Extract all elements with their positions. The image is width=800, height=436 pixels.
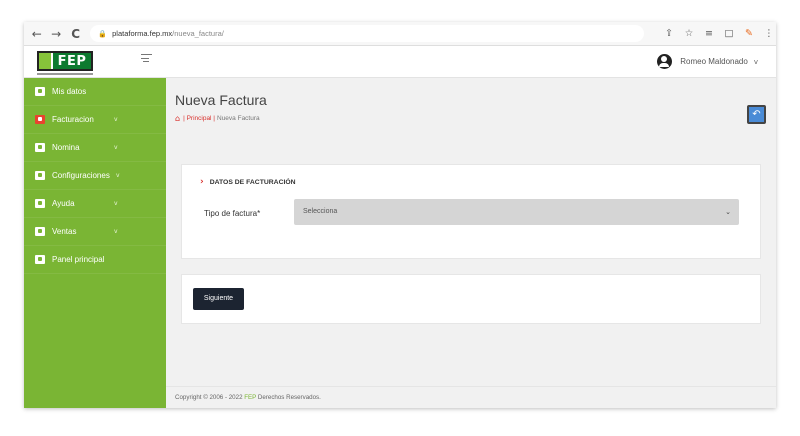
lock-icon: 🔒 bbox=[98, 29, 108, 38]
address-bar[interactable]: 🔒 plataforma.fep.mx /nueva_factura/ bbox=[90, 25, 644, 42]
chevron-right-icon: › bbox=[200, 177, 204, 187]
actions-card: Siguiente bbox=[181, 274, 761, 324]
sidebar-item-label: Ventas bbox=[52, 227, 77, 236]
chevron-down-icon: v bbox=[114, 200, 118, 207]
back-arrow-icon: ↶ bbox=[752, 109, 761, 120]
dashboard-icon bbox=[35, 255, 45, 264]
back-button[interactable]: ↶ bbox=[747, 105, 766, 124]
next-button[interactable]: Siguiente bbox=[193, 288, 244, 310]
fep-logo[interactable]: FEP bbox=[37, 51, 93, 71]
sidebar: Mis datos Facturacion v Nomina v Configu… bbox=[24, 78, 166, 408]
logo-mark bbox=[39, 53, 53, 69]
chevron-down-icon: ⌄ bbox=[725, 208, 731, 216]
page-title: Nueva Factura bbox=[175, 92, 267, 108]
top-bar: Romeo Maldonado v bbox=[166, 46, 776, 78]
chevron-down-icon: v bbox=[753, 57, 758, 66]
window-icon[interactable]: □ bbox=[722, 28, 736, 39]
browser-actions: ⇪ ☆ ≡ □ ✎ ⋮ bbox=[656, 28, 776, 39]
main-content: Nueva Factura ⌂ | Principal | Nueva Fact… bbox=[166, 78, 776, 408]
back-arrow-icon[interactable]: ← bbox=[30, 27, 43, 41]
sidebar-item-facturacion[interactable]: Facturacion v bbox=[24, 106, 166, 134]
sidebar-item-label: Configuraciones bbox=[52, 171, 110, 180]
chevron-down-icon: v bbox=[114, 144, 118, 151]
app-window: ← → C 🔒 plataforma.fep.mx /nueva_factura… bbox=[24, 22, 776, 408]
chevron-down-icon: v bbox=[114, 116, 118, 123]
menu-toggle-icon[interactable] bbox=[141, 54, 152, 62]
sidebar-item-nomina[interactable]: Nomina v bbox=[24, 134, 166, 162]
logo-text: FEP bbox=[57, 53, 87, 69]
browser-menu-icon[interactable]: ⋮ bbox=[762, 28, 776, 39]
reload-icon[interactable]: C bbox=[69, 27, 82, 41]
select-value: Selecciona bbox=[303, 208, 338, 215]
section-title: DATOS DE FACTURACIÓN bbox=[209, 178, 296, 186]
sidebar-item-label: Ayuda bbox=[52, 199, 75, 208]
share-icon[interactable]: ⇪ bbox=[662, 28, 676, 39]
breadcrumb-principal-link[interactable]: | Principal | bbox=[183, 115, 215, 122]
sidebar-item-label: Panel principal bbox=[52, 255, 105, 264]
extension-icon[interactable]: ✎ bbox=[742, 28, 756, 39]
sidebar-item-label: Mis datos bbox=[52, 87, 87, 96]
footer-copyright: Copyright © 2006 - 2022 bbox=[175, 394, 243, 401]
user-name: Romeo Maldonado bbox=[680, 57, 748, 66]
help-icon bbox=[35, 199, 45, 208]
invoice-type-select[interactable]: Selecciona ⌄ bbox=[294, 199, 739, 225]
sidebar-item-panel-principal[interactable]: Panel principal bbox=[24, 246, 166, 274]
sidebar-item-ventas[interactable]: Ventas v bbox=[24, 218, 166, 246]
footer-rights: Derechos Reservados. bbox=[257, 394, 321, 401]
url-path: /nueva_factura/ bbox=[172, 29, 224, 38]
payroll-icon bbox=[35, 143, 45, 152]
forward-arrow-icon[interactable]: → bbox=[49, 27, 62, 41]
settings-icon bbox=[35, 171, 45, 180]
user-avatar-icon bbox=[657, 54, 673, 69]
sales-icon bbox=[35, 227, 45, 236]
user-icon bbox=[35, 87, 45, 96]
billing-data-card: › DATOS DE FACTURACIÓN Tipo de factura* … bbox=[181, 164, 761, 259]
invoice-type-label: Tipo de factura* bbox=[204, 209, 261, 218]
sidebar-item-configuraciones[interactable]: Configuraciones v bbox=[24, 162, 166, 190]
sidebar-item-label: Nomina bbox=[52, 143, 80, 152]
chevron-down-icon: v bbox=[116, 172, 120, 179]
browser-toolbar: ← → C 🔒 plataforma.fep.mx /nueva_factura… bbox=[24, 22, 776, 46]
breadcrumb-current: Nueva Factura bbox=[217, 115, 260, 122]
sidebar-item-mis-datos[interactable]: Mis datos bbox=[24, 78, 166, 106]
reading-list-icon[interactable]: ≡ bbox=[702, 28, 716, 39]
home-icon[interactable]: ⌂ bbox=[175, 114, 180, 123]
bookmark-star-icon[interactable]: ☆ bbox=[682, 28, 696, 39]
url-domain: plataforma.fep.mx bbox=[112, 29, 173, 38]
breadcrumb: ⌂ | Principal | Nueva Factura bbox=[175, 114, 260, 123]
logo-tagline bbox=[37, 73, 93, 75]
section-header: › DATOS DE FACTURACIÓN bbox=[200, 177, 296, 187]
user-menu[interactable]: Romeo Maldonado v bbox=[657, 54, 758, 69]
footer: Copyright © 2006 - 2022 FEP Derechos Res… bbox=[166, 386, 776, 408]
footer-brand: FEP bbox=[244, 394, 257, 401]
invoice-icon bbox=[35, 115, 45, 124]
logo-area: FEP bbox=[24, 46, 166, 78]
chevron-down-icon: v bbox=[114, 228, 118, 235]
sidebar-item-ayuda[interactable]: Ayuda v bbox=[24, 190, 166, 218]
sidebar-item-label: Facturacion bbox=[52, 115, 94, 124]
